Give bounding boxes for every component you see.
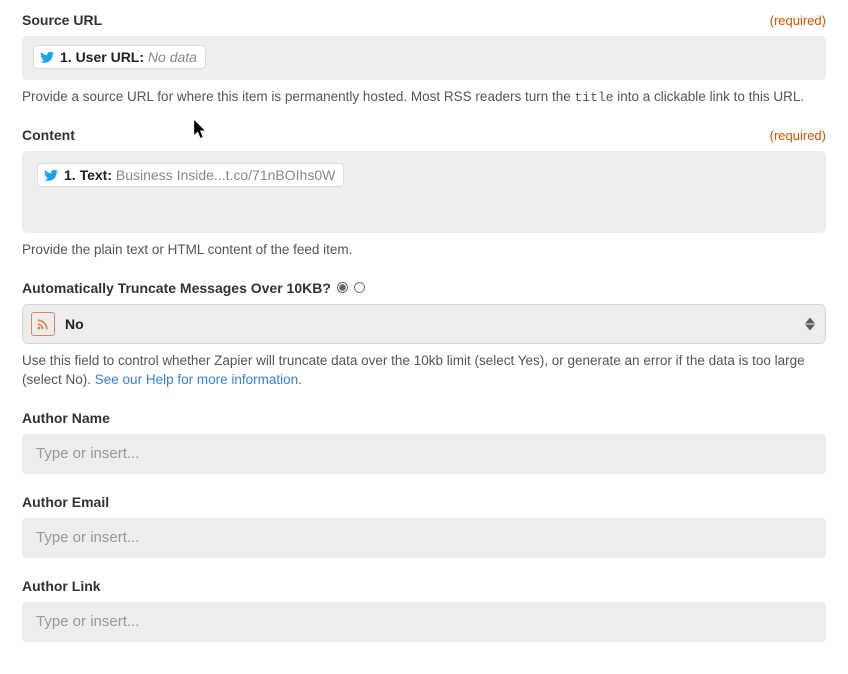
pill-text: 1. User URL: No data — [60, 49, 197, 65]
placeholder: Type or insert... — [36, 529, 139, 546]
field-header: Author Email — [22, 494, 826, 510]
author-name-label: Author Name — [22, 410, 110, 426]
field-header: Author Name — [22, 410, 826, 426]
content-input[interactable]: 1. Text: Business Inside...t.co/71nBOIhs… — [22, 151, 826, 233]
field-header: Author Link — [22, 578, 826, 594]
source-url-help: Provide a source URL for where this item… — [22, 88, 826, 107]
truncate-radio-no[interactable] — [354, 282, 365, 293]
source-url-pill[interactable]: 1. User URL: No data — [34, 46, 205, 68]
truncate-label: Automatically Truncate Messages Over 10K… — [22, 280, 331, 296]
author-link-field: Author Link Type or insert... — [22, 578, 826, 642]
required-tag: (required) — [770, 13, 826, 28]
rss-icon — [31, 312, 55, 336]
source-url-label: Source URL — [22, 12, 102, 28]
placeholder: Type or insert... — [36, 613, 139, 630]
field-header: Automatically Truncate Messages Over 10K… — [22, 280, 826, 296]
stepper-icon[interactable] — [805, 318, 815, 331]
author-email-label: Author Email — [22, 494, 109, 510]
truncate-help: Use this field to control whether Zapier… — [22, 352, 826, 390]
twitter-icon — [40, 50, 55, 65]
twitter-icon — [44, 168, 59, 183]
truncate-select-value: No — [65, 316, 84, 332]
author-name-field: Author Name Type or insert... — [22, 410, 826, 474]
content-help: Provide the plain text or HTML content o… — [22, 241, 826, 260]
field-header: Content (required) — [22, 127, 826, 143]
truncate-radio-yes[interactable] — [337, 282, 348, 293]
author-link-label: Author Link — [22, 578, 101, 594]
field-header: Source URL (required) — [22, 12, 826, 28]
author-link-input[interactable]: Type or insert... — [22, 602, 826, 642]
content-label: Content — [22, 127, 75, 143]
pill-text: 1. Text: Business Inside...t.co/71nBOIhs… — [64, 167, 335, 183]
truncate-field: Automatically Truncate Messages Over 10K… — [22, 280, 826, 390]
source-url-field: Source URL (required) 1. User URL: No da… — [22, 12, 826, 107]
author-email-field: Author Email Type or insert... — [22, 494, 826, 558]
truncate-radio-group — [337, 282, 365, 293]
required-tag: (required) — [770, 128, 826, 143]
truncate-select[interactable]: No — [22, 304, 826, 344]
content-pill[interactable]: 1. Text: Business Inside...t.co/71nBOIhs… — [38, 164, 343, 186]
content-field: Content (required) 1. Text: Business Ins… — [22, 127, 826, 260]
author-name-input[interactable]: Type or insert... — [22, 434, 826, 474]
source-url-input[interactable]: 1. User URL: No data — [22, 36, 826, 80]
placeholder: Type or insert... — [36, 445, 139, 462]
author-email-input[interactable]: Type or insert... — [22, 518, 826, 558]
truncate-help-link[interactable]: See our Help for more information. — [95, 372, 302, 387]
